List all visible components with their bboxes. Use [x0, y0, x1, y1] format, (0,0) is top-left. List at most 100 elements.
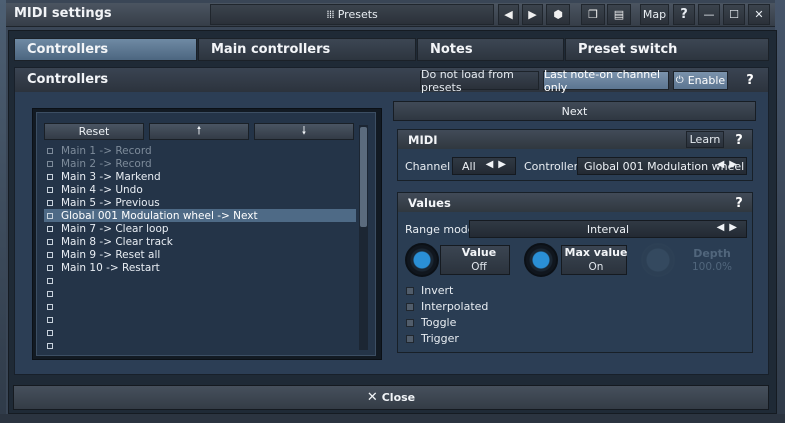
checkbox[interactable]: [47, 147, 53, 154]
tab-controllers[interactable]: Controllers: [14, 38, 197, 61]
value-knob[interactable]: [405, 243, 439, 277]
range-mode-arrows-icon[interactable]: ◀▶: [717, 222, 742, 233]
trigger-label: Trigger: [421, 332, 459, 345]
next-preset-button[interactable]: ▶: [522, 4, 543, 25]
close-icon: ✕: [366, 390, 378, 405]
depth-value: 100.0%: [691, 261, 733, 273]
controller-name-field[interactable]: Next: [393, 101, 756, 121]
list-item[interactable]: Main 8 -> Clear track: [44, 235, 356, 248]
values-help-button[interactable]: ?: [731, 195, 747, 211]
toggle-checkbox[interactable]: Toggle: [406, 316, 456, 329]
checkbox[interactable]: [47, 303, 53, 310]
channel-value: All: [462, 159, 476, 173]
move-up-button[interactable]: 🠕: [149, 123, 249, 140]
map-label: Map: [642, 8, 667, 21]
randomize-button[interactable]: ⬢: [546, 4, 570, 25]
learn-button[interactable]: Learn: [686, 131, 724, 148]
minimize-icon: —: [703, 8, 715, 21]
enable-button[interactable]: ⏻ Enable: [673, 71, 728, 90]
checkbox[interactable]: [47, 251, 53, 258]
checkbox[interactable]: [47, 290, 53, 297]
background-bottom: [0, 414, 785, 423]
channel-select[interactable]: All ◀▶: [452, 157, 516, 175]
list-item-empty[interactable]: [44, 313, 356, 326]
paste-button[interactable]: ▤: [607, 4, 631, 25]
values-section-header: [398, 193, 752, 212]
tab-label: Preset switch: [578, 42, 678, 57]
list-item-selected[interactable]: Global 001 Modulation wheel -> Next: [44, 209, 356, 222]
tab-main-controllers[interactable]: Main controllers: [198, 38, 416, 61]
range-mode-select[interactable]: Interval ◀▶: [469, 220, 747, 238]
list-item-label: Main 10 -> Restart: [61, 261, 160, 274]
list-item-label: Main 4 -> Undo: [61, 183, 143, 196]
tab-preset-switch[interactable]: Preset switch: [565, 38, 769, 61]
list-item-empty[interactable]: [44, 287, 356, 300]
max-value-state: On: [588, 261, 604, 273]
invert-checkbox[interactable]: Invert: [406, 284, 453, 297]
range-mode-label: Range mode: [405, 223, 475, 236]
close-label: Close: [381, 391, 416, 404]
list-item[interactable]: Main 1 -> Record: [44, 144, 356, 157]
list-item-empty[interactable]: [44, 326, 356, 339]
close-window-button[interactable]: ✕: [748, 4, 770, 25]
reset-button[interactable]: Reset: [44, 123, 144, 140]
checkbox[interactable]: [47, 342, 53, 349]
list-item[interactable]: Main 10 -> Restart: [44, 261, 356, 274]
previous-preset-button[interactable]: ◀: [498, 4, 519, 25]
panel-help-button[interactable]: ?: [742, 72, 758, 88]
presets-label: Presets: [337, 8, 378, 21]
checkbox[interactable]: [47, 316, 53, 323]
arrow-up-icon: 🠕: [196, 124, 202, 137]
checkbox[interactable]: [47, 160, 53, 167]
toggle-label: Toggle: [421, 316, 457, 329]
checkbox[interactable]: [47, 264, 53, 271]
value-state: Off: [471, 261, 487, 273]
checkbox[interactable]: [47, 238, 53, 245]
checkbox-box: [406, 286, 414, 295]
minimize-button[interactable]: —: [698, 4, 720, 25]
list-item[interactable]: Main 2 -> Record: [44, 157, 356, 170]
dice-icon: ⬢: [553, 8, 563, 21]
map-button[interactable]: Map: [640, 4, 669, 25]
list-item[interactable]: Main 7 -> Clear loop: [44, 222, 356, 235]
do-not-load-toggle[interactable]: Do not load from presets: [420, 68, 539, 94]
tab-notes[interactable]: Notes: [417, 38, 564, 61]
checkbox[interactable]: [47, 329, 53, 336]
trigger-checkbox[interactable]: Trigger: [406, 332, 459, 345]
tab-label: Main controllers: [211, 42, 331, 57]
background-left: [0, 0, 6, 423]
channel-arrows-icon[interactable]: ◀▶: [486, 159, 511, 170]
checkbox[interactable]: [47, 199, 53, 206]
checkbox[interactable]: [47, 186, 53, 193]
close-button[interactable]: ✕ Close: [13, 385, 769, 410]
invert-label: Invert: [421, 284, 454, 297]
controller-arrows-icon[interactable]: ◀▶: [717, 159, 742, 170]
list-item[interactable]: Main 9 -> Reset all: [44, 248, 356, 261]
checkbox[interactable]: [47, 277, 53, 284]
copy-button[interactable]: ❐: [581, 4, 605, 25]
max-value-knob[interactable]: [524, 243, 558, 277]
arrow-right-icon: ▶: [528, 8, 537, 21]
maximize-button[interactable]: ☐: [723, 4, 745, 25]
list-scrollbar-thumb[interactable]: [360, 127, 367, 227]
depth-knob: [641, 243, 675, 277]
list-item-empty[interactable]: [44, 339, 356, 352]
help-button[interactable]: ?: [673, 4, 695, 25]
list-item[interactable]: Main 3 -> Markend: [44, 170, 356, 183]
checkbox[interactable]: [47, 212, 53, 219]
presets-button[interactable]: ⁞⁞⁞ Presets: [210, 4, 494, 25]
checkbox[interactable]: [47, 225, 53, 232]
list-item-empty[interactable]: [44, 274, 356, 287]
depth-label: Depth: [693, 247, 731, 260]
last-note-on-channel-toggle[interactable]: Last note-on channel only: [543, 68, 669, 94]
list-item-label: Main 9 -> Reset all: [61, 248, 161, 261]
midi-help-button[interactable]: ?: [731, 132, 747, 148]
move-down-button[interactable]: 🠗: [254, 123, 354, 140]
list-item-label: Main 1 -> Record: [61, 144, 152, 157]
controller-select[interactable]: Global 001 Modulation wheel ◀▶: [577, 157, 747, 175]
interpolated-checkbox[interactable]: Interpolated: [406, 300, 488, 313]
list-item[interactable]: Main 4 -> Undo: [44, 183, 356, 196]
list-item[interactable]: Main 5 -> Previous: [44, 196, 356, 209]
list-item-empty[interactable]: [44, 300, 356, 313]
checkbox[interactable]: [47, 173, 53, 180]
